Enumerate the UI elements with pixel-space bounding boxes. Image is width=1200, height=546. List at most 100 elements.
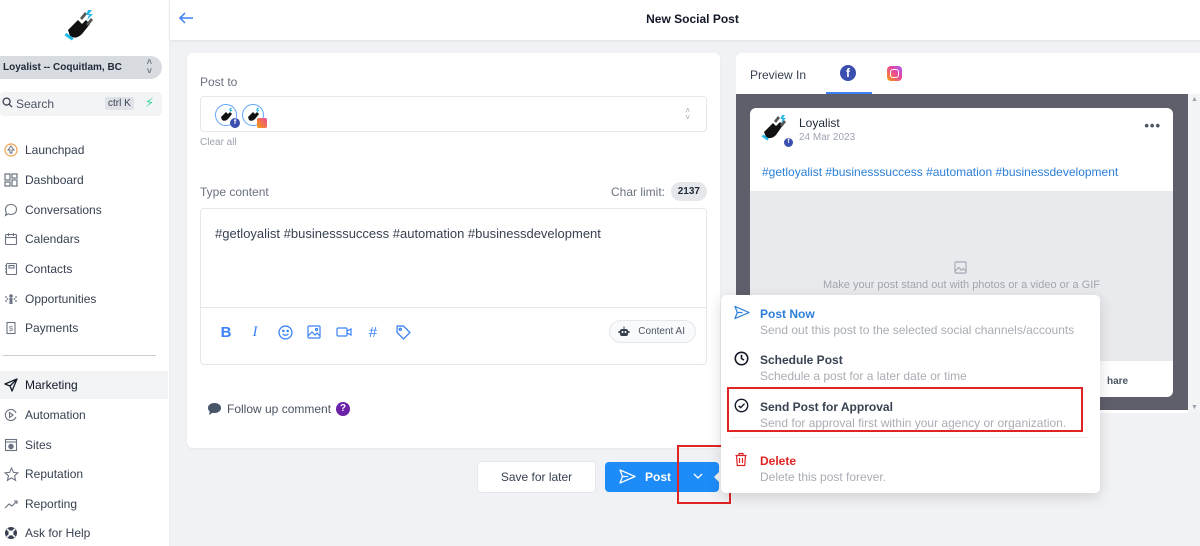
send-icon [3,377,19,393]
sidebar-item-label: Ask for Help [25,526,91,540]
sidebar-item-label: Marketing [25,378,78,392]
sidebar-item-automation[interactable]: Automation [0,401,168,429]
sidebar-item-label: Reputation [25,467,84,481]
chat-bubble-icon [3,202,19,218]
send-icon [619,469,636,487]
chevron-updown-icon: ˄ ˅ [146,57,152,76]
preview-tabs: Preview In f [736,53,1200,94]
location-name: Loyalist -- Coquitlam, BC [3,62,122,73]
trash-icon [734,452,750,468]
video-icon[interactable] [336,324,352,340]
sidebar-item-contacts[interactable]: Contacts [0,255,168,283]
highlight-box-send-for-approval [727,387,1083,432]
instagram-badge-icon [257,118,267,128]
sidebar-item-payments[interactable]: $ Payments [0,314,168,342]
preview-post-text: #getloyalist #businesssuccess #automatio… [762,165,1119,179]
sidebar-item-label: Conversations [25,203,102,217]
sidebar-item-launchpad[interactable]: Launchpad [0,136,168,164]
menu-item-schedule-post[interactable]: Schedule Post Schedule a post for a late… [721,341,1100,387]
follow-up-comment-toggle[interactable]: Follow up comment ? [207,402,351,416]
robot-icon [618,326,630,336]
chevron-updown-icon: ˄ ˅ [685,106,690,122]
media-placeholder-text: Make your post stand out with photos or … [823,279,1100,291]
menu-divider [731,437,1089,438]
char-limit-label: Char limit: [610,185,665,199]
menu-item-title: Delete [760,454,797,468]
italic-icon[interactable]: I [247,324,263,340]
post-editor-card: Post to f ˄ ˅ Clear all Type content Char… [187,53,720,448]
char-limit-count: 2137 [670,182,707,201]
comment-icon [208,403,221,415]
sidebar-divider [3,355,156,356]
menu-item-title: Schedule Post [760,353,843,367]
page-title: New Social Post [646,12,739,26]
trend-icon [3,496,19,512]
account-chip-instagram[interactable] [242,104,267,128]
page-avatar: f [760,114,793,147]
image-icon[interactable] [306,324,322,340]
sidebar-item-label: Dashboard [25,173,84,187]
search-shortcut: ctrl K [105,97,134,110]
sidebar-item-reporting[interactable]: Reporting [0,490,168,518]
bold-icon[interactable]: B [218,324,234,341]
sidebar-item-ask-for-help[interactable]: Ask for Help [0,519,168,546]
post-date: 24 Mar 2023 [799,132,856,143]
share-action: hare [1107,376,1129,387]
sidebar-search[interactable]: Search ctrl K ⚡︎ [0,92,162,116]
tag-icon[interactable] [395,324,411,340]
menu-item-title: Post Now [760,307,815,321]
toolbar-divider [201,307,706,308]
scroll-up-icon[interactable]: ▲ [1191,96,1198,103]
brand-logo-icon[interactable] [60,8,100,44]
clear-all-link[interactable]: Clear all [200,137,237,148]
menu-item-delete[interactable]: Delete Delete this post forever. [721,442,1100,488]
more-options-icon[interactable]: ••• [1144,118,1161,133]
account-chip-facebook[interactable]: f [215,104,240,128]
content-ai-button[interactable]: Content AI [609,320,696,343]
sidebar-item-label: Sites [25,438,52,452]
lifebuoy-icon [3,525,19,541]
menu-item-description: Send out this post to the selected socia… [760,323,1075,337]
page-name: Loyalist [799,116,840,130]
preview-scrollbar[interactable]: ▲ ▼ [1188,94,1200,413]
sidebar-item-dashboard[interactable]: Dashboard [0,166,168,194]
hashtag-icon[interactable]: # [365,324,381,341]
contact-book-icon [3,261,19,277]
save-for-later-button[interactable]: Save for later [477,461,596,493]
emoji-icon[interactable] [277,324,293,340]
content-ai-label: Content AI [638,326,685,337]
content-text[interactable]: #getloyalist #businesssuccess #automatio… [215,226,601,241]
facebook-badge-icon: f [230,118,240,128]
tab-facebook[interactable]: f [826,53,872,94]
sidebar-item-marketing[interactable]: Marketing [0,371,168,399]
funnel-icon [3,291,19,307]
sidebar-item-sites[interactable]: Sites [0,431,168,459]
calendar-icon [3,231,19,247]
menu-item-description: Delete this post forever. [760,470,887,484]
post-button-label: Post [645,470,672,484]
sidebar-item-reputation[interactable]: Reputation [0,460,168,488]
sidebar-item-conversations[interactable]: Conversations [0,196,168,224]
search-label: Search [16,97,55,111]
help-icon[interactable]: ? [336,402,351,416]
play-icon [3,407,19,423]
sidebar-item-label: Launchpad [25,143,85,157]
tab-instagram[interactable] [876,53,916,94]
instagram-icon [887,66,902,81]
rocket-icon [3,142,19,158]
sidebar-item-label: Contacts [25,262,73,276]
menu-item-post-now[interactable]: Post Now Send out this post to the selec… [721,295,1100,341]
sidebar-item-calendars[interactable]: Calendars [0,225,168,253]
facebook-icon: f [840,65,856,81]
scroll-down-icon[interactable]: ▼ [1191,404,1198,411]
globe-window-icon [3,437,19,453]
quick-action-bolt-icon[interactable]: ⚡︎ [145,95,154,111]
content-editor[interactable]: #getloyalist #businesssuccess #automatio… [200,208,707,365]
post-to-label: Post to [200,75,238,89]
sidebar-item-opportunities[interactable]: Opportunities [0,285,168,313]
sidebar-item-label: Reporting [25,497,78,511]
account-select[interactable]: f ˄ ˅ [200,96,707,132]
location-switcher[interactable]: Loyalist -- Coquitlam, BC ˄ ˅ [0,56,162,79]
sidebar: Loyalist -- Coquitlam, BC ˄ ˅ Search ctrl… [0,0,170,546]
follow-up-label: Follow up comment [227,402,332,416]
